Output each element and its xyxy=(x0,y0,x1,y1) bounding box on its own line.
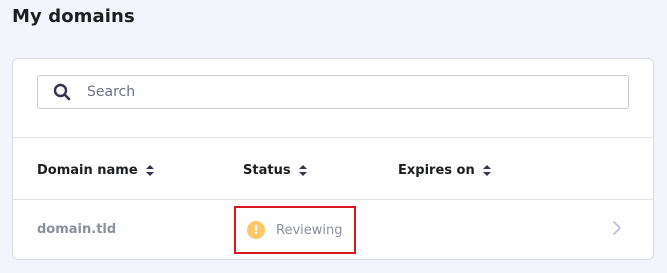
table-row[interactable]: domain.tld ! Reviewing xyxy=(13,200,653,260)
sort-icon xyxy=(145,165,154,176)
search-icon xyxy=(52,82,72,102)
domains-card: Domain name Status Expires on xyxy=(12,58,654,260)
page-title: My domains xyxy=(12,6,135,27)
column-header-label: Status xyxy=(243,163,291,178)
chevron-right-icon[interactable] xyxy=(610,220,624,236)
sort-icon xyxy=(482,165,491,176)
column-header-expires-on[interactable]: Expires on xyxy=(398,163,491,178)
column-header-label: Expires on xyxy=(398,163,475,178)
table-header: Domain name Status Expires on xyxy=(13,138,653,200)
column-header-domain-name[interactable]: Domain name xyxy=(37,163,154,178)
column-header-label: Domain name xyxy=(37,163,138,178)
warning-icon: ! xyxy=(247,221,265,239)
search-input[interactable] xyxy=(87,78,607,106)
search-box[interactable] xyxy=(37,75,629,109)
status-cell: ! Reviewing xyxy=(234,206,356,254)
sort-icon xyxy=(298,165,307,176)
column-header-status[interactable]: Status xyxy=(243,163,307,178)
domain-name-cell: domain.tld xyxy=(37,222,117,237)
status-badge: Reviewing xyxy=(276,222,343,238)
